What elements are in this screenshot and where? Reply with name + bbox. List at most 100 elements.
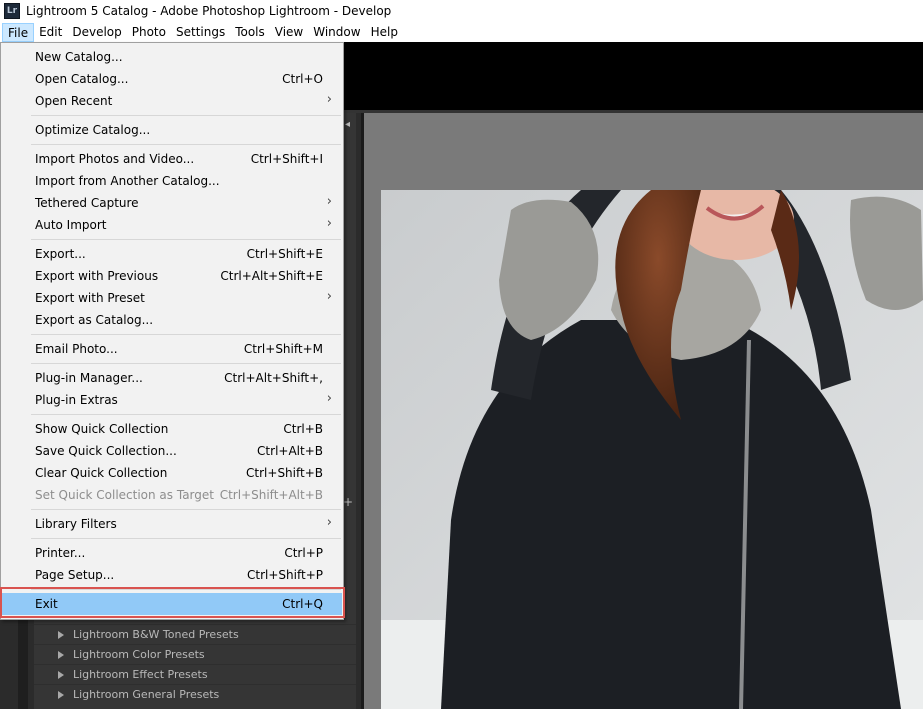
menu-item-plug-in-manager[interactable]: Plug-in Manager... Ctrl+Alt+Shift+, (2, 367, 342, 389)
chevron-right-icon: › (326, 92, 332, 107)
menu-settings[interactable]: Settings (171, 23, 230, 42)
photo-preview (381, 190, 923, 709)
menu-view[interactable]: View (270, 23, 308, 42)
exit-annotation-box (0, 587, 345, 618)
triangle-right-icon[interactable] (58, 690, 64, 699)
menu-item-export-with-previous[interactable]: Export with Previous Ctrl+Alt+Shift+E (2, 265, 342, 287)
menu-item-set-quick-collection-as-target: Set Quick Collection as Target Ctrl+Shift… (2, 484, 342, 506)
menu-item-export-as-catalog[interactable]: Export as Catalog... (2, 309, 342, 331)
preset-folder[interactable]: Lightroom Color Presets (34, 644, 356, 664)
chevron-right-icon: › (326, 515, 332, 530)
menu-separator (31, 538, 341, 539)
menu-item-printer[interactable]: Printer... Ctrl+P (2, 542, 342, 564)
menu-item-label: Optimize Catalog... (35, 123, 151, 137)
triangle-right-icon[interactable] (58, 630, 64, 639)
chevron-right-icon: › (326, 289, 332, 304)
menu-item-clear-quick-collection[interactable]: Clear Quick Collection Ctrl+Shift+B (2, 462, 342, 484)
menu-edit[interactable]: Edit (34, 23, 67, 42)
preset-folder-label: Lightroom B&W Toned Presets (73, 628, 239, 641)
lightroom-app-icon: Lr (4, 3, 20, 19)
menu-item-label: Import Photos and Video... (35, 152, 195, 166)
presets-list: Lightroom B&W Toned Presets Lightroom Col… (34, 624, 356, 704)
preset-folder-label: Lightroom Effect Presets (73, 668, 208, 681)
menu-item-label: New Catalog... (35, 50, 123, 64)
menu-window[interactable]: Window (308, 23, 365, 42)
menu-item-label: Export... (35, 247, 86, 261)
menu-item-shortcut: Ctrl+Shift+E (246, 247, 323, 261)
menu-item-new-catalog[interactable]: New Catalog... (2, 46, 342, 68)
menu-item-label: Auto Import (35, 218, 107, 232)
menu-item-shortcut: Ctrl+B (283, 422, 323, 436)
menu-item-open-recent[interactable]: Open Recent › (2, 90, 342, 112)
menu-item-plug-in-extras[interactable]: Plug-in Extras › (2, 389, 342, 411)
preset-folder[interactable]: Lightroom General Presets (34, 684, 356, 704)
menu-separator (31, 414, 341, 415)
chevron-right-icon: › (326, 216, 332, 231)
menu-photo[interactable]: Photo (127, 23, 171, 42)
menu-item-shortcut: Ctrl+O (282, 72, 323, 86)
menu-separator (31, 363, 341, 364)
preset-folder-label: Lightroom Color Presets (73, 648, 205, 661)
menu-item-label: Show Quick Collection (35, 422, 169, 436)
menu-item-label: Printer... (35, 546, 86, 560)
menu-item-shortcut: Ctrl+P (284, 546, 323, 560)
menu-item-label: Export as Catalog... (35, 313, 154, 327)
menu-item-label: Plug-in Extras (35, 393, 118, 407)
menu-item-label: Export with Preset (35, 291, 145, 305)
menu-item-label: Email Photo... (35, 342, 118, 356)
menu-item-shortcut: Ctrl+Shift+Alt+B (219, 488, 323, 502)
menu-separator (31, 144, 341, 145)
menu-develop[interactable]: Develop (67, 23, 126, 42)
menu-item-shortcut: Ctrl+Shift+M (243, 342, 323, 356)
menu-item-shortcut: Ctrl+Alt+Shift+, (224, 371, 323, 385)
preset-folder[interactable]: Lightroom Effect Presets (34, 664, 356, 684)
menu-item-label: Open Recent (35, 94, 113, 108)
menu-item-import-photos-and-video[interactable]: Import Photos and Video... Ctrl+Shift+I (2, 148, 342, 170)
menu-item-label: Open Catalog... (35, 72, 129, 86)
file-menu-dropdown: New Catalog... Open Catalog... Ctrl+O Open … (0, 42, 344, 620)
menu-item-export-with-preset[interactable]: Export with Preset › (2, 287, 342, 309)
triangle-right-icon[interactable] (58, 670, 64, 679)
menu-item-label: Page Setup... (35, 568, 115, 582)
menu-item-label: Save Quick Collection... (35, 444, 177, 458)
menu-bar: File Edit Develop Photo Settings Tools View Win… (0, 22, 923, 42)
menu-item-tethered-capture[interactable]: Tethered Capture › (2, 192, 342, 214)
menu-item-library-filters[interactable]: Library Filters › (2, 513, 342, 535)
menu-separator (31, 334, 341, 335)
plus-icon[interactable]: + (343, 495, 353, 509)
triangle-right-icon[interactable] (58, 650, 64, 659)
photo-illustration (381, 190, 923, 709)
menu-item-save-quick-collection[interactable]: Save Quick Collection... Ctrl+Alt+B (2, 440, 342, 462)
menu-separator (31, 509, 341, 510)
preset-folder-label: Lightroom General Presets (73, 688, 220, 701)
menu-item-email-photo[interactable]: Email Photo... Ctrl+Shift+M (2, 338, 342, 360)
menu-tools[interactable]: Tools (230, 23, 270, 42)
menu-item-label: Clear Quick Collection (35, 466, 168, 480)
title-bar: Lr Lightroom 5 Catalog - Adobe Photoshop… (0, 0, 923, 22)
menu-item-open-catalog[interactable]: Open Catalog... Ctrl+O (2, 68, 342, 90)
menu-item-label: Set Quick Collection as Target (35, 488, 214, 502)
menu-item-page-setup[interactable]: Page Setup... Ctrl+Shift+P (2, 564, 342, 586)
menu-item-auto-import[interactable]: Auto Import › (2, 214, 342, 236)
menu-item-export[interactable]: Export... Ctrl+Shift+E (2, 243, 342, 265)
menu-separator (31, 239, 341, 240)
menu-item-label: Tethered Capture (35, 196, 139, 210)
menu-item-label: Plug-in Manager... (35, 371, 143, 385)
menu-file[interactable]: File (2, 22, 35, 42)
preset-folder[interactable]: Lightroom B&W Toned Presets (34, 624, 356, 644)
menu-item-show-quick-collection[interactable]: Show Quick Collection Ctrl+B (2, 418, 342, 440)
collapse-panel-icon[interactable]: ◂ (345, 119, 350, 130)
menu-item-import-from-another-catalog[interactable]: Import from Another Catalog... (2, 170, 342, 192)
chevron-right-icon: › (326, 391, 332, 406)
menu-item-shortcut: Ctrl+Shift+P (247, 568, 323, 582)
menu-separator (31, 115, 341, 116)
menu-item-optimize-catalog[interactable]: Optimize Catalog... (2, 119, 342, 141)
window-title: Lightroom 5 Catalog - Adobe Photoshop Li… (26, 4, 392, 18)
menu-help[interactable]: Help (366, 23, 403, 42)
menu-item-shortcut: Ctrl+Alt+B (257, 444, 323, 458)
menu-item-shortcut: Ctrl+Shift+B (246, 466, 323, 480)
menu-item-label: Import from Another Catalog... (35, 174, 220, 188)
menu-item-shortcut: Ctrl+Shift+I (250, 152, 323, 166)
menu-item-shortcut: Ctrl+Alt+Shift+E (220, 269, 323, 283)
chevron-right-icon: › (326, 194, 332, 209)
